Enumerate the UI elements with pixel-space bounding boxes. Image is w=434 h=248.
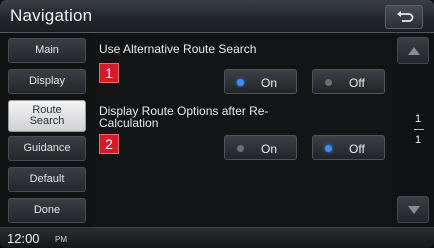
- sidebar-item-label: Route Search: [29, 104, 65, 127]
- sidebar-item-label: Main: [35, 44, 59, 56]
- sidebar-item-label: Guidance: [23, 142, 71, 154]
- settings-panel: Use Alternative Route Search 1 On Off Di…: [92, 33, 392, 227]
- sidebar-item-guidance[interactable]: Guidance: [8, 136, 86, 161]
- route-options-on-button[interactable]: On: [224, 135, 297, 160]
- page-divider: [414, 129, 424, 130]
- option-label: On: [261, 76, 278, 90]
- page-title: Navigation: [10, 6, 93, 25]
- chevron-down-icon: [408, 206, 420, 214]
- chevron-up-icon: [408, 47, 420, 55]
- route-options-off-button[interactable]: Off: [312, 135, 385, 160]
- status-bar: 12:00 PM: [0, 227, 434, 248]
- option-label: On: [261, 142, 278, 156]
- callout-badge-2: 2: [99, 134, 119, 154]
- sidebar-menu: Main Display Route Search Guidance Defau…: [0, 33, 92, 227]
- radio-unselected-icon: [237, 145, 244, 152]
- back-arrow-icon: [397, 11, 414, 22]
- radio-selected-icon: [325, 145, 332, 152]
- scroll-up-button[interactable]: [397, 37, 429, 64]
- alternative-route-on-button[interactable]: On: [224, 69, 297, 94]
- alternative-route-off-button[interactable]: Off: [312, 69, 385, 94]
- clock-ampm: PM: [55, 235, 67, 244]
- sidebar-item-route-search[interactable]: Route Search: [8, 100, 86, 132]
- sidebar-item-done[interactable]: Done: [8, 198, 86, 223]
- radio-unselected-icon: [325, 79, 332, 86]
- callout-badge-1: 1: [99, 63, 119, 83]
- page-total: 1: [415, 134, 422, 146]
- sidebar-item-main[interactable]: Main: [8, 38, 86, 63]
- navigation-screen: Navigation Main Display Route Search Gui…: [0, 0, 434, 248]
- sidebar-item-display[interactable]: Display: [8, 69, 86, 94]
- setting-label-route-options-recalc: Display Route Options after Re-Calculati…: [99, 104, 269, 130]
- sidebar-item-label: Done: [33, 204, 61, 216]
- sidebar-item-label: Display: [28, 75, 66, 87]
- back-button[interactable]: [385, 5, 423, 29]
- option-label: Off: [349, 76, 365, 90]
- sidebar-item-label: Default: [29, 173, 65, 185]
- radio-selected-icon: [237, 79, 244, 86]
- sidebar-item-default[interactable]: Default: [8, 167, 86, 192]
- title-bar: Navigation: [0, 0, 434, 33]
- scroll-column: 1 1: [392, 33, 434, 227]
- clock-time: 12:00: [7, 231, 40, 246]
- scroll-down-button[interactable]: [397, 196, 429, 223]
- page-current: 1: [415, 113, 422, 125]
- option-label: Off: [349, 142, 365, 156]
- setting-label-alternative-route: Use Alternative Route Search: [99, 42, 257, 56]
